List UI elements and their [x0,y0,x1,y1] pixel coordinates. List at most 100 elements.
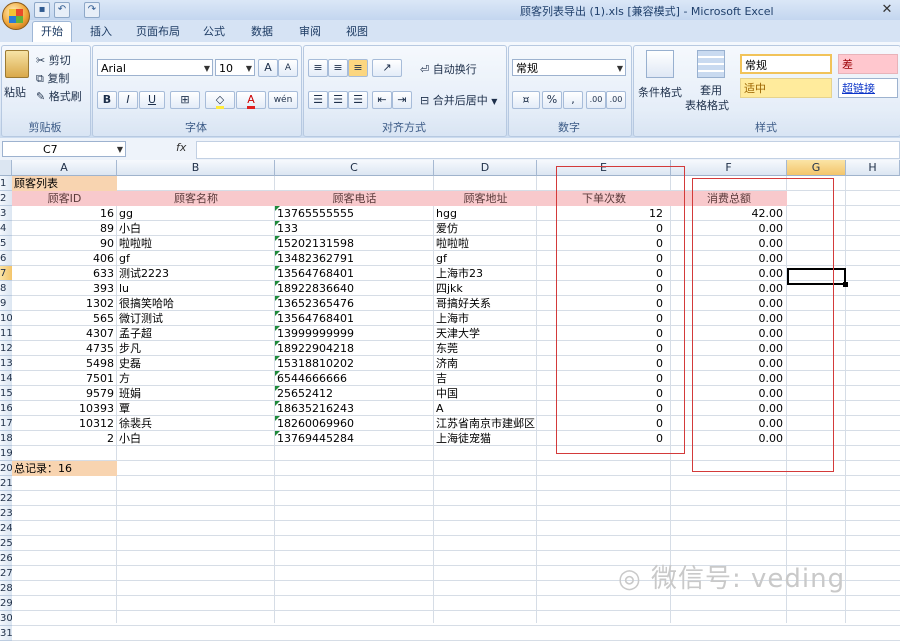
formula-input[interactable] [196,141,900,159]
row-header-17[interactable]: 17 [0,416,12,431]
cell-customer-phone[interactable]: 25652412 [275,386,434,401]
border-button[interactable]: ⊞ [170,91,200,109]
cell-customer-id[interactable]: 9579 [12,386,117,401]
cell-customer-phone[interactable]: 15202131598 [275,236,434,251]
cell-customer-id[interactable]: 2 [12,431,117,446]
cell-customer-phone[interactable]: 133 [275,221,434,236]
cell-customer-name[interactable]: 孟子超 [117,326,275,341]
cell-customer-name[interactable]: gf [117,251,275,266]
row-header-21[interactable]: 21 [0,476,12,491]
row-header-10[interactable]: 10 [0,311,12,326]
column-header-g[interactable]: G [787,160,846,176]
close-window-button[interactable]: ✕ [876,1,898,18]
save-icon[interactable]: ▪ [34,2,50,18]
align-bottom-button[interactable]: ≡ [348,59,368,77]
header-cell[interactable]: 顾客电话 [275,191,434,206]
row-header-31[interactable]: 31 [0,626,12,641]
cell-customer-id[interactable]: 10312 [12,416,117,431]
decrease-indent-button[interactable]: ⇤ [372,91,392,109]
cell-customer-phone[interactable]: 13769445284 [275,431,434,446]
align-center-button[interactable]: ☰ [328,91,348,109]
row-header-18[interactable]: 18 [0,431,12,446]
row-header-5[interactable]: 5 [0,236,12,251]
cell-customer-phone[interactable]: 13482362791 [275,251,434,266]
percent-button[interactable]: % [542,91,562,109]
column-header-a[interactable]: A [12,160,117,176]
cell-customer-phone[interactable]: 13564768401 [275,311,434,326]
increase-indent-button[interactable]: ⇥ [392,91,412,109]
cell-customer-name[interactable]: 很搞笑哈哈 [117,296,275,311]
cell-customer-address[interactable]: 哥搞好关系 [434,296,537,311]
cell-customer-phone[interactable]: 13652365476 [275,296,434,311]
column-header-d[interactable]: D [434,160,537,176]
cell-customer-id[interactable]: 10393 [12,401,117,416]
format-painter-button[interactable]: ✎ 格式刷 [36,88,82,104]
row-header-28[interactable]: 28 [0,581,12,596]
cell-customer-name[interactable]: gg [117,206,275,221]
redo-icon[interactable]: ↷ [84,2,100,18]
cell-customer-address[interactable]: 中国 [434,386,537,401]
cell-customer-name[interactable]: lu [117,281,275,296]
cell-customer-address[interactable]: hgg [434,206,537,221]
header-cell[interactable]: 顾客ID [12,191,117,206]
row-header-22[interactable]: 22 [0,491,12,506]
tab-view[interactable]: 视图 [344,23,370,41]
cell-customer-phone[interactable]: 18260069960 [275,416,434,431]
row-header-15[interactable]: 15 [0,386,12,401]
row-header-27[interactable]: 27 [0,566,12,581]
cell-customer-phone[interactable]: 6544666666 [275,371,434,386]
cell-customer-phone[interactable]: 13765555555 [275,206,434,221]
style-hyperlink[interactable]: 超链接 [838,78,898,98]
align-middle-button[interactable]: ≡ [328,59,348,77]
conditional-format-button[interactable]: 条件格式 [638,84,682,100]
cell-customer-name[interactable]: 微订测试 [117,311,275,326]
tab-data[interactable]: 数据 [249,23,275,41]
italic-button[interactable]: I [118,91,138,109]
cell-customer-name[interactable]: 覃 [117,401,275,416]
cell-customer-phone[interactable]: 13564768401 [275,266,434,281]
comma-button[interactable]: , [563,91,583,109]
style-bad[interactable]: 差 [838,54,898,74]
merge-center-button[interactable]: ⊟ 合并后居中 ▼ [420,92,497,108]
cell-customer-address[interactable]: 四jkk [434,281,537,296]
cut-button[interactable]: ✂ 剪切 [36,52,71,68]
cell-customer-id[interactable]: 7501 [12,371,117,386]
paste-button[interactable]: 粘贴 [4,84,26,100]
underline-button[interactable]: U [139,91,165,109]
sheet-title-cell[interactable]: 顾客列表 [12,176,117,191]
style-normal[interactable]: 常规 [740,54,832,74]
cell-customer-address[interactable]: 济南 [434,356,537,371]
align-left-button[interactable]: ☰ [308,91,328,109]
header-cell[interactable]: 顾客名称 [117,191,275,206]
cell-customer-name[interactable]: 测试2223 [117,266,275,281]
tab-review[interactable]: 审阅 [297,23,323,41]
cell-customer-id[interactable]: 1302 [12,296,117,311]
cell-customer-address[interactable]: 天津大学 [434,326,537,341]
align-top-button[interactable]: ≡ [308,59,328,77]
row-header-2[interactable]: 2 [0,191,12,206]
cell-customer-address[interactable]: 上海徒宠猫 [434,431,537,446]
bold-button[interactable]: B [97,91,117,109]
cell-customer-address[interactable]: 上海市 [434,311,537,326]
cell-customer-name[interactable]: 小白 [117,431,275,446]
column-header-f[interactable]: F [671,160,787,176]
column-header-h[interactable]: H [846,160,900,176]
row-header-6[interactable]: 6 [0,251,12,266]
align-right-button[interactable]: ☰ [348,91,368,109]
decrease-decimal-button[interactable]: .00 [606,91,626,109]
currency-button[interactable]: ¤ [512,91,540,109]
cell-customer-id[interactable]: 393 [12,281,117,296]
cell-customer-phone[interactable]: 15318810202 [275,356,434,371]
fill-handle[interactable] [843,282,848,287]
column-header-b[interactable]: B [117,160,275,176]
row-header-3[interactable]: 3 [0,206,12,221]
tab-formulas[interactable]: 公式 [201,23,227,41]
cell-customer-address[interactable]: A [434,401,537,416]
row-header-20[interactable]: 20 [0,461,12,476]
cell-customer-name[interactable]: 徐裴兵 [117,416,275,431]
cell-customer-id[interactable]: 89 [12,221,117,236]
style-neutral[interactable]: 适中 [740,78,832,98]
row-header-25[interactable]: 25 [0,536,12,551]
cell-customer-phone[interactable]: 18922836640 [275,281,434,296]
cell-customer-address[interactable]: 上海市23 [434,266,537,281]
